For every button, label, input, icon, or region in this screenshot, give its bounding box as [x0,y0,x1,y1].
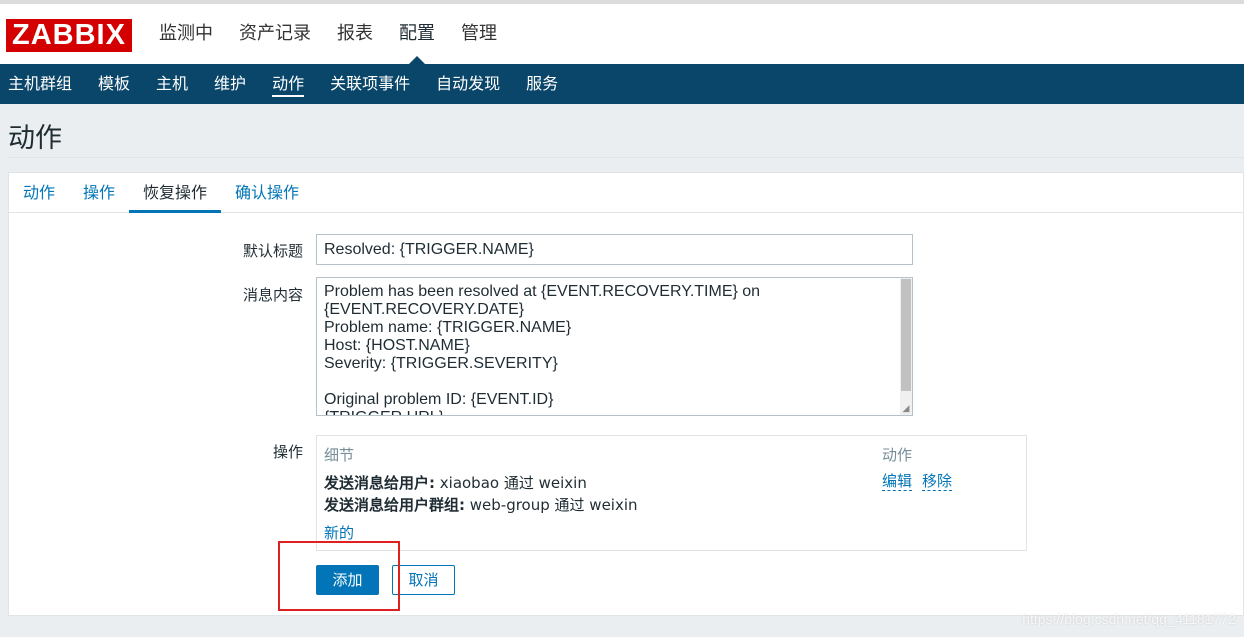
action-form-panel: 动作 操作 恢复操作 确认操作 默认标题 消息内容 Problem has be… [8,172,1244,616]
main-nav-configuration[interactable]: 配置 [386,4,448,64]
cancel-button[interactable]: 取消 [392,565,455,595]
main-nav-inventory[interactable]: 资产记录 [226,4,324,64]
operation-type: 发送消息给用户: [324,474,435,492]
operations-table: 细节 动作 发送消息给用户: xiaobao 通过 weixin 发送消息给用户… [316,435,1027,551]
message-scrollbar[interactable] [900,278,912,415]
title-divider [8,157,1244,158]
message-textarea-frame: Problem has been resolved at {EVENT.RECO… [316,277,913,416]
main-nav-monitoring[interactable]: 监测中 [146,4,226,64]
edit-operation-link[interactable]: 编辑 [882,473,913,491]
subject-label: 默认标题 [242,242,303,260]
annotation-highlight-box [278,541,400,611]
resize-handle-icon[interactable]: ◢ [901,404,911,414]
message-scrollbar-thumb[interactable] [901,279,911,391]
operations-col-action: 动作 [882,446,913,464]
main-nav-reports[interactable]: 报表 [324,4,386,64]
operation-detail: web-group 通过 weixin [465,496,638,514]
new-operation-link[interactable]: 新的 [324,522,354,543]
sub-nav-hosts[interactable]: 主机 [143,64,201,104]
sub-nav-services[interactable]: 服务 [513,64,571,104]
operation-row: 发送消息给用户群组: web-group 通过 weixin [324,494,638,515]
sub-nav-event-correlation[interactable]: 关联项事件 [317,64,423,104]
tab-recovery-operations[interactable]: 恢复操作 [129,173,222,213]
operation-row: 发送消息给用户: xiaobao 通过 weixin [324,472,587,493]
sub-nav-actions[interactable]: 动作 [259,64,317,104]
operation-type: 发送消息给用户群组: [324,496,465,514]
operations-col-details: 细节 [324,446,355,464]
subject-input[interactable] [316,234,913,265]
sub-nav-maintenance[interactable]: 维护 [201,64,259,104]
form-tabs: 动作 操作 恢复操作 确认操作 [9,173,1243,213]
tab-operations[interactable]: 操作 [69,173,129,212]
operations-label: 操作 [272,443,303,461]
message-label: 消息内容 [242,286,303,304]
watermark: https://blog.csdn.net/qq_41181772 [1022,611,1236,627]
sub-nav: 主机群组 模板 主机 维护 动作 关联项事件 自动发现 服务 [0,64,1244,104]
tab-acknowledge-operations[interactable]: 确认操作 [221,173,313,212]
main-nav: 监测中 资产记录 报表 配置 管理 [146,4,510,64]
page-title: 动作 [8,123,62,154]
sub-nav-host-groups[interactable]: 主机群组 [0,64,85,104]
remove-operation-link[interactable]: 移除 [922,473,953,491]
zabbix-logo[interactable]: ZABBIX [6,19,132,52]
operation-detail: xiaobao 通过 weixin [435,474,587,492]
main-nav-administration[interactable]: 管理 [448,4,510,64]
message-textarea[interactable]: Problem has been resolved at {EVENT.RECO… [317,278,900,415]
top-header: ZABBIX 监测中 资产记录 报表 配置 管理 [0,0,1244,64]
tab-action[interactable]: 动作 [9,173,69,212]
sub-nav-templates[interactable]: 模板 [85,64,143,104]
sub-nav-discovery[interactable]: 自动发现 [423,64,513,104]
